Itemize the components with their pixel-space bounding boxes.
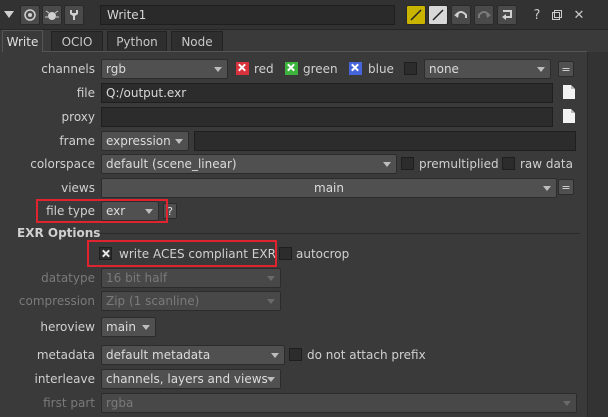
channels-label: channels	[41, 62, 95, 76]
green-channel-checkbox[interactable]	[285, 62, 298, 75]
first-part-label: first part	[43, 396, 95, 410]
interleave-value: channels, layers and views	[106, 372, 268, 386]
frame-label: frame	[59, 134, 95, 148]
properties-titlebar: Write1 ? ✕	[0, 0, 608, 30]
datatype-label: datatype	[41, 271, 95, 285]
chevron-down-icon	[267, 299, 275, 304]
proxy-path-input[interactable]	[101, 107, 553, 127]
channels-more-button[interactable]: =	[558, 61, 574, 77]
first-part-value: rgba	[106, 396, 134, 410]
first-part-dropdown[interactable]: rgba	[101, 393, 577, 413]
compression-label: compression	[18, 294, 95, 308]
scrollbar[interactable]	[587, 52, 608, 417]
metadata-value: default metadata	[106, 348, 211, 362]
color-chip-2-icon[interactable]	[428, 5, 448, 25]
premultiplied-label: premultiplied	[419, 157, 499, 171]
tab-bar: Write OCIO Python Node	[0, 30, 608, 52]
metadata-label: metadata	[36, 348, 95, 362]
tab-node[interactable]: Node	[171, 31, 223, 52]
channels-dropdown[interactable]: rgb	[101, 59, 228, 79]
compression-dropdown[interactable]: Zip (1 scanline)	[101, 291, 281, 311]
tab-write[interactable]: Write	[2, 30, 43, 52]
extra-channel-dropdown[interactable]: none	[424, 59, 551, 79]
channels-value: rgb	[106, 62, 126, 76]
interleave-dropdown[interactable]: channels, layers and views	[101, 369, 281, 389]
exr-options-title: EXR Options	[17, 226, 101, 240]
blue-channel-checkbox[interactable]	[349, 62, 362, 75]
section-divider	[100, 233, 580, 234]
undo-icon[interactable]	[451, 5, 471, 25]
premultiplied-checkbox[interactable]	[401, 157, 414, 170]
write-aces-highlight	[87, 240, 277, 267]
extra-channel-value: none	[429, 62, 459, 76]
chevron-down-icon	[214, 67, 222, 72]
collapse-triangle-icon[interactable]	[2, 5, 16, 25]
help-icon[interactable]: ?	[530, 5, 544, 25]
viewer-node-icon[interactable]	[20, 5, 40, 25]
chevron-down-icon	[383, 162, 391, 167]
chevron-down-icon	[267, 276, 275, 281]
file-browse-icon[interactable]	[562, 108, 576, 124]
raw-data-label: raw data	[520, 157, 573, 171]
heroview-value: main	[106, 320, 136, 334]
no-prefix-label: do not attach prefix	[307, 348, 426, 362]
file-label: file	[76, 86, 95, 100]
tab-ocio[interactable]: OCIO	[51, 31, 103, 52]
datatype-dropdown[interactable]: 16 bit half	[101, 268, 281, 288]
compression-value: Zip (1 scanline)	[106, 294, 200, 308]
float-icon[interactable]	[550, 5, 564, 25]
redo-icon[interactable]	[474, 5, 494, 25]
views-value: main	[314, 181, 344, 195]
chevron-down-icon	[563, 401, 571, 406]
views-label: views	[61, 181, 95, 195]
autocrop-label: autocrop	[296, 247, 350, 261]
frame-expression-input[interactable]	[194, 131, 576, 151]
wrench-icon[interactable]	[64, 5, 84, 25]
interleave-label: interleave	[34, 372, 95, 386]
colorspace-value: default (scene_linear)	[106, 157, 237, 171]
green-channel-label: green	[303, 62, 338, 76]
file-path-input[interactable]: Q:/output.exr	[101, 83, 553, 103]
close-icon[interactable]: ✕	[572, 5, 586, 25]
views-dropdown[interactable]: main	[101, 178, 557, 198]
file-browse-icon[interactable]	[562, 84, 576, 100]
frame-mode-dropdown[interactable]: expression	[101, 131, 189, 151]
file-type-highlight	[36, 199, 168, 223]
tab-divider	[42, 51, 587, 52]
chevron-down-icon	[267, 377, 275, 382]
node-name-input[interactable]: Write1	[100, 5, 395, 25]
datatype-value: 16 bit half	[106, 271, 168, 285]
raw-data-checkbox[interactable]	[502, 157, 515, 170]
no-prefix-checkbox[interactable]	[289, 348, 302, 361]
color-chip-icon[interactable]	[406, 5, 426, 25]
heroview-label: heroview	[40, 320, 95, 334]
chevron-down-icon	[271, 353, 279, 358]
colorspace-label: colorspace	[30, 157, 95, 171]
colorspace-dropdown[interactable]: default (scene_linear)	[101, 154, 397, 174]
red-channel-checkbox[interactable]	[236, 62, 249, 75]
frame-mode-value: expression	[106, 134, 171, 148]
metadata-dropdown[interactable]: default metadata	[101, 345, 285, 365]
proxy-label: proxy	[61, 110, 95, 124]
blue-channel-label: blue	[368, 62, 394, 76]
red-channel-label: red	[254, 62, 274, 76]
revert-icon[interactable]	[497, 5, 517, 25]
heroview-dropdown[interactable]: main	[101, 317, 156, 337]
tab-python[interactable]: Python	[107, 31, 167, 52]
chevron-down-icon	[543, 186, 551, 191]
views-more-button[interactable]: =	[558, 179, 574, 195]
autocrop-checkbox[interactable]	[279, 247, 292, 260]
chevron-down-icon	[142, 325, 150, 330]
chevron-down-icon	[175, 139, 183, 144]
extra-channel-checkbox[interactable]	[404, 62, 417, 75]
chevron-down-icon	[537, 67, 545, 72]
bug-icon[interactable]	[42, 5, 62, 25]
